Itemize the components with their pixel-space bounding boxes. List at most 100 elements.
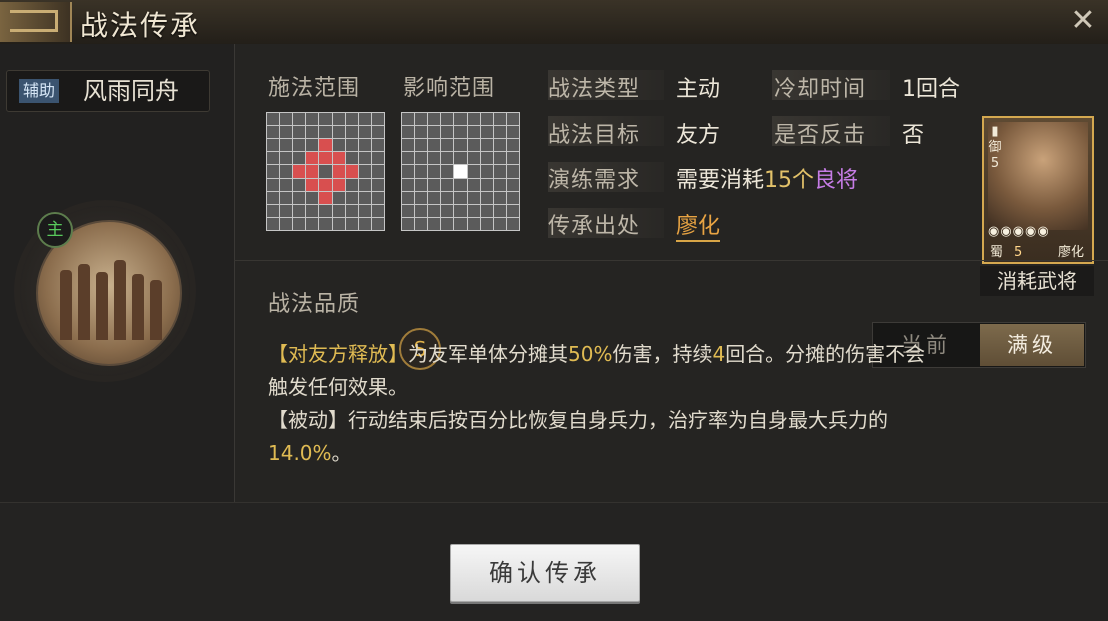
grid-cell bbox=[480, 204, 493, 217]
grid-cell bbox=[306, 178, 319, 191]
grid-cell bbox=[293, 139, 306, 152]
grid-cell bbox=[371, 217, 384, 230]
grid-cell bbox=[454, 113, 467, 126]
grid-cell bbox=[332, 113, 345, 126]
close-icon: ✕ bbox=[1070, 3, 1096, 38]
grid-cell bbox=[267, 217, 280, 230]
grid-cell bbox=[267, 126, 280, 139]
grid-cell bbox=[293, 204, 306, 217]
grid-cell bbox=[267, 152, 280, 165]
general-cost: 5 bbox=[1014, 245, 1023, 260]
grid-cell bbox=[358, 178, 371, 191]
grid-cell bbox=[415, 113, 428, 126]
grid-cell bbox=[415, 191, 428, 204]
grid-cell bbox=[493, 178, 506, 191]
left-panel: 辅助 风雨同舟 主 bbox=[0, 44, 235, 502]
grid-cell bbox=[332, 126, 345, 139]
general-card-name: 廖化 bbox=[1057, 245, 1084, 260]
general-card-level: ▮ 御 5 bbox=[988, 124, 1002, 171]
grid-cell bbox=[506, 113, 519, 126]
grid-cell bbox=[454, 217, 467, 230]
grid-cell bbox=[332, 165, 345, 178]
grid-cell bbox=[402, 139, 415, 152]
grid-cell bbox=[428, 126, 441, 139]
grid-cell bbox=[467, 139, 480, 152]
grid-cell bbox=[319, 139, 332, 152]
skill-type-value: 主动 bbox=[676, 77, 721, 102]
grid-cell bbox=[293, 178, 306, 191]
grid-cell bbox=[306, 139, 319, 152]
grid-cell bbox=[493, 191, 506, 204]
grid-cell bbox=[415, 217, 428, 230]
grid-cell bbox=[402, 152, 415, 165]
grid-cell bbox=[467, 126, 480, 139]
grid-cell bbox=[280, 165, 293, 178]
grid-cell bbox=[371, 113, 384, 126]
grid-cell bbox=[428, 191, 441, 204]
grid-cell bbox=[415, 204, 428, 217]
general-stars: ◉◉◉◉◉ bbox=[988, 224, 1050, 239]
grid-cell bbox=[319, 126, 332, 139]
grid-cell bbox=[441, 178, 454, 191]
drill-requirement-label: 演练需求 bbox=[548, 168, 641, 193]
grid-cell bbox=[415, 139, 428, 152]
grid-cell bbox=[358, 204, 371, 217]
grid-cell bbox=[293, 126, 306, 139]
general-card[interactable]: ▮ 御 5 ◉◉◉◉◉ 蜀 5 廖化 bbox=[982, 116, 1094, 264]
grid-cell bbox=[506, 152, 519, 165]
grid-cell bbox=[467, 113, 480, 126]
grid-cell bbox=[293, 191, 306, 204]
cast-range-label: 施法范围 bbox=[268, 76, 361, 101]
grid-cell bbox=[280, 204, 293, 217]
grid-cell bbox=[267, 204, 280, 217]
grid-cell bbox=[358, 217, 371, 230]
grid-cell bbox=[467, 165, 480, 178]
grid-cell bbox=[358, 165, 371, 178]
grid-cell bbox=[441, 152, 454, 165]
grid-cell bbox=[358, 191, 371, 204]
grid-cell bbox=[402, 217, 415, 230]
effect-range-grid bbox=[401, 112, 520, 231]
grid-cell bbox=[454, 152, 467, 165]
grid-cell bbox=[280, 139, 293, 152]
grid-cell bbox=[319, 204, 332, 217]
grid-cell bbox=[332, 152, 345, 165]
grid-cell bbox=[280, 191, 293, 204]
grid-cell bbox=[441, 113, 454, 126]
grid-cell bbox=[306, 165, 319, 178]
grid-cell bbox=[402, 126, 415, 139]
grid-cell bbox=[506, 165, 519, 178]
grid-cell bbox=[345, 217, 358, 230]
grid-cell bbox=[467, 217, 480, 230]
skill-description: 【对友方释放】为友军单体分摊其50%伤害，持续4回合。分摊的伤害不会 触发任何效… bbox=[268, 342, 926, 465]
grid-cell bbox=[506, 191, 519, 204]
grid-cell bbox=[332, 139, 345, 152]
grid-cell bbox=[493, 204, 506, 217]
grid-cell bbox=[345, 178, 358, 191]
grid-cell bbox=[358, 113, 371, 126]
grid-cell bbox=[332, 178, 345, 191]
grid-cell bbox=[506, 204, 519, 217]
grid-cell bbox=[371, 126, 384, 139]
grid-cell bbox=[267, 139, 280, 152]
grid-cell bbox=[480, 113, 493, 126]
grid-cell bbox=[267, 178, 280, 191]
grid-cell bbox=[493, 139, 506, 152]
general-faction: 蜀 bbox=[990, 245, 1004, 260]
grid-cell bbox=[454, 126, 467, 139]
origin-general-link[interactable]: 廖化 bbox=[676, 208, 721, 242]
grid-cell bbox=[428, 165, 441, 178]
confirm-inherit-button[interactable]: 确认传承 bbox=[450, 544, 640, 602]
close-button[interactable]: ✕ bbox=[1066, 4, 1100, 38]
grid-cell bbox=[345, 126, 358, 139]
skill-type-label: 战法类型 bbox=[548, 77, 641, 102]
grid-cell bbox=[371, 191, 384, 204]
grid-cell bbox=[415, 126, 428, 139]
grid-cell bbox=[306, 152, 319, 165]
grid-cell bbox=[415, 178, 428, 191]
grid-cell bbox=[306, 126, 319, 139]
drill-requirement-value: 需要消耗15个良将 bbox=[676, 168, 859, 193]
grid-cell bbox=[402, 113, 415, 126]
grid-cell bbox=[358, 152, 371, 165]
grid-cell bbox=[402, 204, 415, 217]
